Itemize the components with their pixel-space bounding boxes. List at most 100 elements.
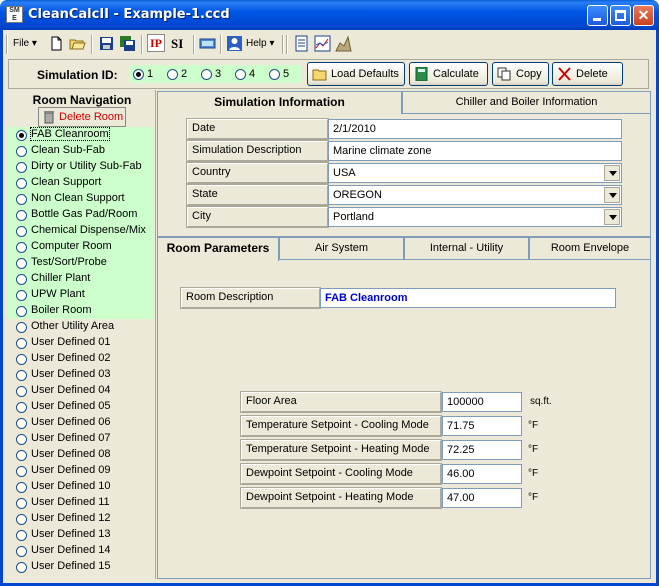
save-all-icon[interactable]	[119, 35, 136, 52]
room-item[interactable]: Boiler Room	[8, 303, 154, 319]
radio[interactable]	[16, 450, 27, 461]
copy-button[interactable]: Copy	[492, 62, 549, 86]
graph-area-icon[interactable]	[335, 35, 352, 52]
floor-area-field[interactable]: 100000	[442, 392, 522, 412]
tab-internal-utility[interactable]: Internal - Utility	[404, 237, 529, 260]
radio[interactable]	[16, 530, 27, 541]
radio[interactable]	[16, 322, 27, 333]
room-item[interactable]: User Defined 05	[8, 399, 154, 415]
date-field[interactable]: 2/1/2010	[328, 119, 622, 139]
radio[interactable]	[16, 354, 27, 365]
room-item[interactable]: User Defined 08	[8, 447, 154, 463]
radio[interactable]	[16, 466, 27, 477]
radio-selected[interactable]	[133, 69, 144, 80]
file-menu[interactable]: File ▾	[13, 35, 37, 53]
radio[interactable]	[16, 242, 27, 253]
room-item[interactable]: FAB Cleanroom	[8, 127, 154, 143]
radio[interactable]	[16, 226, 27, 237]
minimize-button[interactable]	[587, 5, 608, 26]
room-item[interactable]: Bottle Gas Pad/Room	[8, 207, 154, 223]
room-item[interactable]: Non Clean Support	[8, 191, 154, 207]
si-units-button[interactable]: SI	[171, 35, 183, 53]
radio[interactable]	[16, 434, 27, 445]
user-help-icon[interactable]	[226, 35, 243, 52]
chevron-down-icon[interactable]	[604, 209, 620, 225]
radio-selected[interactable]	[16, 130, 27, 141]
temp-cooling-field[interactable]: 71.75	[442, 416, 522, 436]
room-item[interactable]: Other Utility Area	[8, 319, 154, 335]
radio[interactable]	[16, 162, 27, 173]
radio[interactable]	[235, 69, 246, 80]
country-select[interactable]: USA	[328, 163, 622, 183]
radio[interactable]	[16, 306, 27, 317]
room-item[interactable]: User Defined 13	[8, 527, 154, 543]
room-item[interactable]: Clean Support	[8, 175, 154, 191]
chart-icon[interactable]	[314, 35, 331, 52]
room-item[interactable]: User Defined 12	[8, 511, 154, 527]
dew-heating-field[interactable]: 47.00	[442, 488, 522, 508]
radio[interactable]	[16, 210, 27, 221]
room-item[interactable]: User Defined 02	[8, 351, 154, 367]
room-description-field[interactable]: FAB Cleanroom	[320, 288, 616, 308]
radio[interactable]	[269, 69, 280, 80]
calculate-button[interactable]: Calculate	[409, 62, 488, 86]
room-item[interactable]: User Defined 04	[8, 383, 154, 399]
radio[interactable]	[167, 69, 178, 80]
radio[interactable]	[16, 274, 27, 285]
radio[interactable]	[16, 418, 27, 429]
radio[interactable]	[16, 482, 27, 493]
load-defaults-button[interactable]: Load Defaults	[307, 62, 405, 86]
save-icon[interactable]	[98, 35, 115, 52]
radio[interactable]	[16, 562, 27, 573]
room-item[interactable]: User Defined 11	[8, 495, 154, 511]
room-item[interactable]: User Defined 01	[8, 335, 154, 351]
state-select[interactable]: OREGON	[328, 185, 622, 205]
room-item[interactable]: UPW Plant	[8, 287, 154, 303]
city-select[interactable]: Portland	[328, 207, 622, 227]
room-item[interactable]: Clean Sub-Fab	[8, 143, 154, 159]
radio[interactable]	[16, 258, 27, 269]
tab-room-parameters[interactable]: Room Parameters	[157, 237, 279, 261]
radio[interactable]	[16, 178, 27, 189]
dew-cooling-field[interactable]: 46.00	[442, 464, 522, 484]
tab-room-envelope[interactable]: Room Envelope	[529, 237, 651, 260]
room-item[interactable]: User Defined 06	[8, 415, 154, 431]
close-button[interactable]: ✕	[633, 5, 654, 26]
room-item[interactable]: Dirty or Utility Sub-Fab	[8, 159, 154, 175]
keyboard-icon[interactable]	[199, 35, 216, 52]
tab-chiller-boiler-information[interactable]: Chiller and Boiler Information	[402, 91, 651, 114]
delete-button[interactable]: Delete	[552, 62, 623, 86]
radio[interactable]	[201, 69, 212, 80]
radio[interactable]	[16, 514, 27, 525]
radio[interactable]	[16, 546, 27, 557]
maximize-button[interactable]	[610, 5, 631, 26]
tab-air-system[interactable]: Air System	[279, 237, 404, 260]
simulation-description-field[interactable]: Marine climate zone	[328, 141, 622, 161]
temp-heating-field[interactable]: 72.25	[442, 440, 522, 460]
room-item[interactable]: Chemical Dispense/Mix	[8, 223, 154, 239]
radio[interactable]	[16, 338, 27, 349]
room-item[interactable]: User Defined 10	[8, 479, 154, 495]
radio[interactable]	[16, 194, 27, 205]
room-item[interactable]: User Defined 07	[8, 431, 154, 447]
room-item[interactable]: User Defined 14	[8, 543, 154, 559]
radio[interactable]	[16, 290, 27, 301]
room-item[interactable]: User Defined 03	[8, 367, 154, 383]
report-icon[interactable]	[293, 35, 310, 52]
radio[interactable]	[16, 402, 27, 413]
room-item[interactable]: Test/Sort/Probe	[8, 255, 154, 271]
radio[interactable]	[16, 370, 27, 381]
help-menu[interactable]: Help ▾	[246, 35, 274, 53]
ip-units-button[interactable]: IP	[147, 34, 165, 52]
delete-room-button[interactable]: Delete Room	[38, 107, 126, 127]
new-file-icon[interactable]	[48, 35, 65, 52]
radio[interactable]	[16, 386, 27, 397]
tab-simulation-information[interactable]: Simulation Information	[157, 91, 402, 114]
radio[interactable]	[16, 146, 27, 157]
open-folder-icon[interactable]	[69, 35, 86, 52]
room-item[interactable]: User Defined 09	[8, 463, 154, 479]
room-item[interactable]: User Defined 15	[8, 559, 154, 575]
room-item[interactable]: Chiller Plant	[8, 271, 154, 287]
radio[interactable]	[16, 498, 27, 509]
title-bar[interactable]: SM E CleanCalcII - Example-1.ccd ✕	[0, 0, 659, 30]
